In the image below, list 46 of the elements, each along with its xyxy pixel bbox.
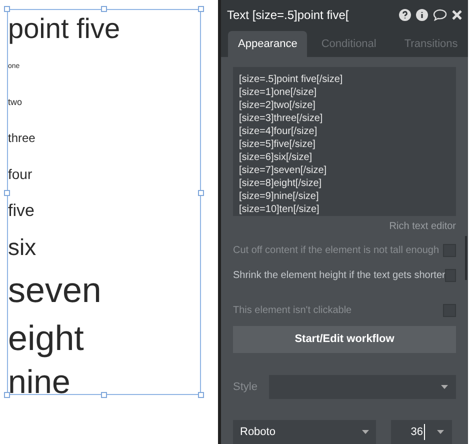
font-size-dropdown[interactable]: 36 xyxy=(391,420,452,444)
workflow-button[interactable]: Start/Edit workflow xyxy=(233,326,456,353)
font-dropdown[interactable]: Roboto xyxy=(233,420,376,444)
editor-line: [size=2]two[/size] xyxy=(239,99,316,112)
editor-line: [size=10]ten[/size] xyxy=(239,203,320,216)
editor-line: [size=7]seven[/size] xyxy=(239,164,328,177)
editor-line: [size=4]four[/size] xyxy=(239,125,318,138)
resize-handle[interactable] xyxy=(101,392,107,398)
text-line: eight xyxy=(8,320,84,356)
text-line: three xyxy=(8,132,36,144)
text-line: nine xyxy=(8,364,70,398)
help-icon[interactable] xyxy=(399,8,411,21)
panel-title: Text [size=.5]point five[ xyxy=(227,6,350,24)
resize-handle[interactable] xyxy=(101,6,107,12)
editor-line: [size=9]nine[/size] xyxy=(239,190,320,203)
resize-handle[interactable] xyxy=(198,6,204,12)
text-line: five xyxy=(8,202,34,218)
resize-handle[interactable] xyxy=(4,6,10,12)
scrollbar[interactable] xyxy=(465,236,467,280)
caret-icon xyxy=(437,430,444,434)
editor-line: [size=6]six[/size] xyxy=(239,151,314,164)
resize-handle[interactable] xyxy=(4,392,10,398)
resize-handle[interactable] xyxy=(4,190,10,196)
editor-line: [size=1]one[/size] xyxy=(239,86,318,99)
editor-line: [size=3]three[/size] xyxy=(239,112,324,125)
editor-line: [size=5]five[/size] xyxy=(239,138,316,151)
resize-handle[interactable] xyxy=(198,190,204,196)
caret-icon xyxy=(441,385,448,389)
resize-handle[interactable] xyxy=(198,392,204,398)
close-icon[interactable] xyxy=(452,10,462,20)
text-line: six xyxy=(8,236,36,258)
text-line: point five xyxy=(8,15,120,43)
tab[interactable]: Appearance xyxy=(228,31,308,57)
editor-line: [size=.5]point five[/size] xyxy=(239,73,344,86)
text-line: four xyxy=(8,167,32,181)
option-label: This element isn't clickable xyxy=(233,304,352,318)
option-label: Cut off content if the element is not tall enough xyxy=(233,244,440,258)
info-icon[interactable] xyxy=(416,8,428,21)
text-line: two xyxy=(8,98,22,106)
comment-icon[interactable] xyxy=(433,8,447,21)
style-label: Style xyxy=(233,380,258,395)
option-label: Shrink the element height if the text gets shorter xyxy=(233,269,446,283)
editor-line: [size=8]eight[/size] xyxy=(239,177,323,190)
editor-caption: Rich text editor xyxy=(389,220,456,234)
caret-icon xyxy=(362,430,369,434)
text-line: seven xyxy=(8,272,102,308)
